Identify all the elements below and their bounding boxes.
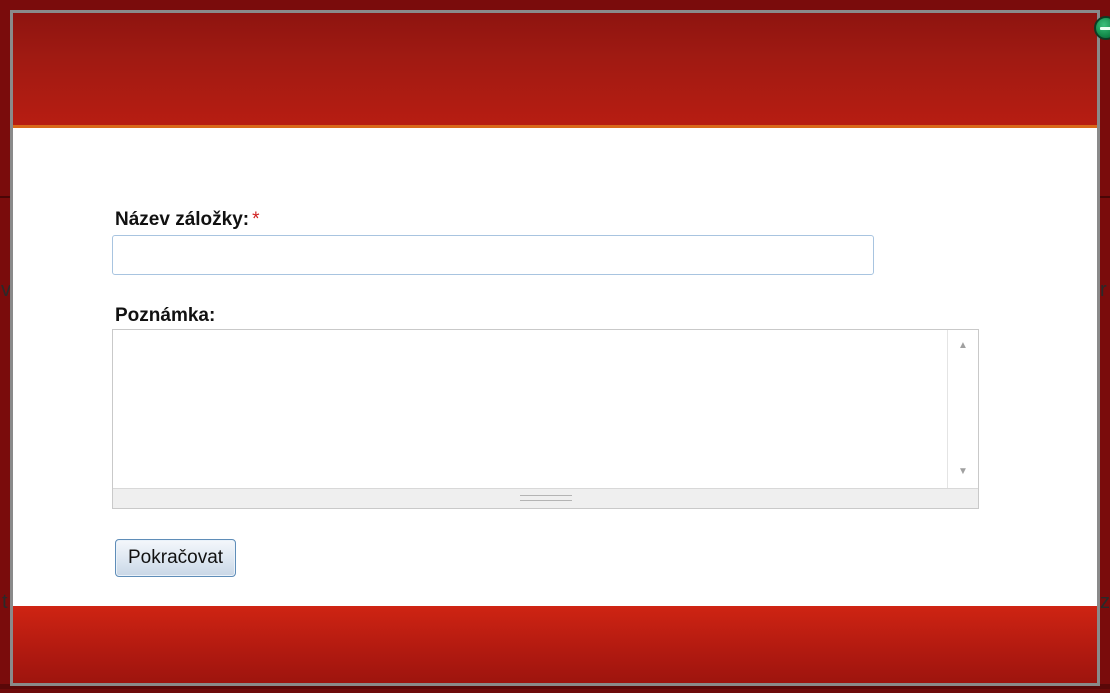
note-textarea-container: ▲ ▼ <box>112 329 979 509</box>
dialog-header <box>13 13 1097 128</box>
background-text-fragment: t <box>2 591 8 613</box>
bookmark-name-input[interactable] <box>112 235 874 275</box>
background-text-fragment: z <box>1100 591 1110 613</box>
required-marker: * <box>252 209 260 230</box>
bookmark-name-label: Název záložky: * <box>115 210 260 229</box>
dialog-body: Název záložky: * Poznámka: ▲ ▼ Pokračovat <box>13 128 1097 606</box>
dialog-footer <box>13 606 1097 683</box>
add-bookmark-dialog: Název záložky: * Poznámka: ▲ ▼ Pokračovat <box>10 10 1100 686</box>
background-text-fragment: r <box>1100 279 1107 301</box>
note-scrollbar[interactable]: ▲ ▼ <box>947 330 978 488</box>
note-textarea[interactable] <box>113 330 947 488</box>
scroll-down-arrow-icon[interactable]: ▼ <box>948 462 978 482</box>
note-resize-handle[interactable] <box>113 488 978 508</box>
scroll-up-arrow-icon[interactable]: ▲ <box>948 336 978 356</box>
resize-grip-icon <box>519 495 572 501</box>
continue-button[interactable]: Pokračovat <box>115 539 237 577</box>
bookmark-name-label-text: Název záložky: <box>115 209 250 230</box>
note-label: Poznámka: <box>115 305 216 326</box>
